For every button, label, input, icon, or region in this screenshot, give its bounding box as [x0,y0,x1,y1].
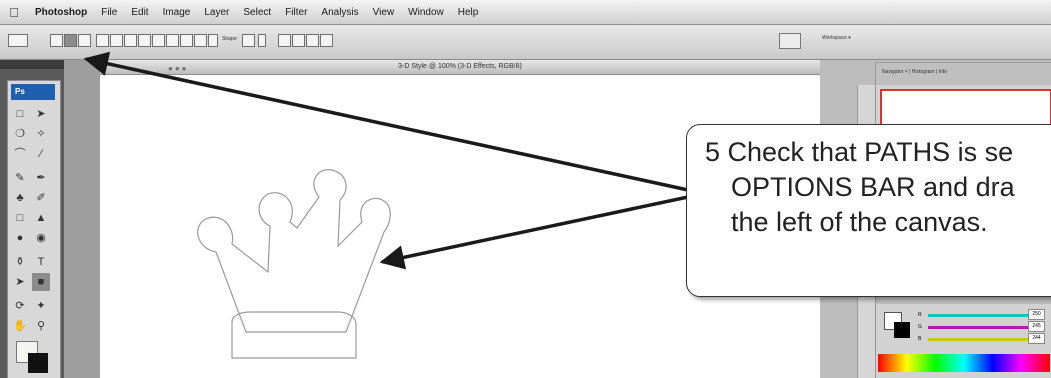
callout-line-2: OPTIONS BAR and dra [731,172,1015,202]
arrow-to-canvas [379,195,689,270]
arrow-to-options-bar [83,51,689,192]
callout-line-1: 5 Check that PATHS is se [705,137,1014,167]
callout-line-3: the left of the canvas. [731,207,988,237]
photoshop-screen:  Photoshop File Edit Image Layer Select… [0,0,1051,378]
instruction-callout: 5 Check that PATHS is se OPTIONS BAR and… [686,124,1051,297]
crown-shape-path [197,169,391,359]
